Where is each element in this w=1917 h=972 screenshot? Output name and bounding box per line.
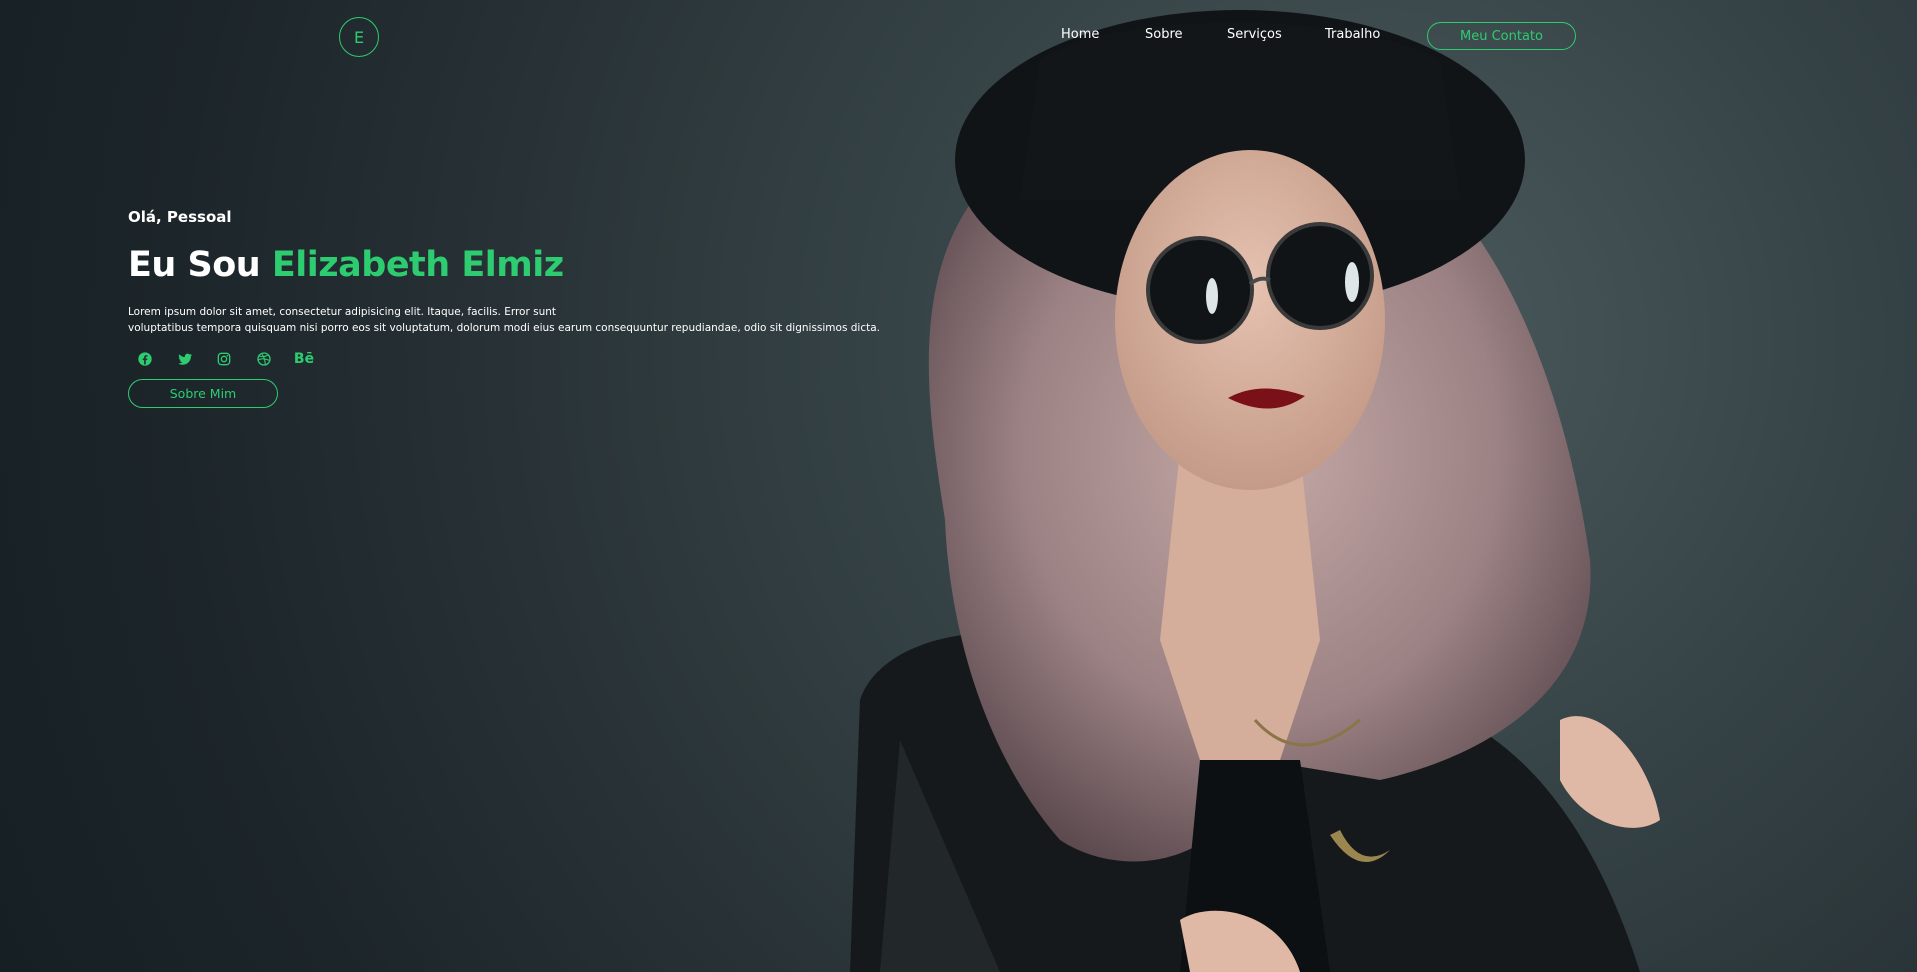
hero-photo (850, 10, 1660, 972)
about-me-button[interactable]: Sobre Mim (128, 379, 278, 408)
nav-home-link[interactable]: Home (1061, 27, 1099, 42)
hero-section: Olá, Pessoal Eu Sou Elizabeth Elmiz Lore… (128, 208, 888, 408)
instagram-icon[interactable] (213, 348, 235, 370)
hero-greeting: Olá, Pessoal (128, 208, 232, 226)
nav-sobre-link[interactable]: Sobre (1145, 27, 1183, 42)
hero-title-prefix: Eu Sou (128, 245, 261, 285)
hero-title: Eu Sou Elizabeth Elmiz (128, 245, 564, 285)
hero-description-line-2: voluptatibus tempora quisquam nisi porro… (128, 322, 881, 334)
hero-title-name: Elizabeth Elmiz (271, 245, 564, 285)
contact-button[interactable]: Meu Contato (1427, 22, 1576, 50)
behance-icon[interactable]: Bē (293, 348, 315, 370)
logo-letter: E (353, 27, 365, 47)
logo[interactable]: E (339, 17, 379, 57)
hero-description-line-1: Lorem ipsum dolor sit amet, consectetur … (128, 306, 557, 318)
dribbble-icon[interactable] (253, 348, 275, 370)
hero-description: Lorem ipsum dolor sit amet, consectetur … (128, 304, 888, 336)
twitter-icon[interactable] (174, 348, 196, 370)
facebook-icon[interactable] (134, 348, 156, 370)
nav-servicos-link[interactable]: Serviços (1227, 27, 1282, 42)
nav-trabalho-link[interactable]: Trabalho (1325, 27, 1380, 42)
